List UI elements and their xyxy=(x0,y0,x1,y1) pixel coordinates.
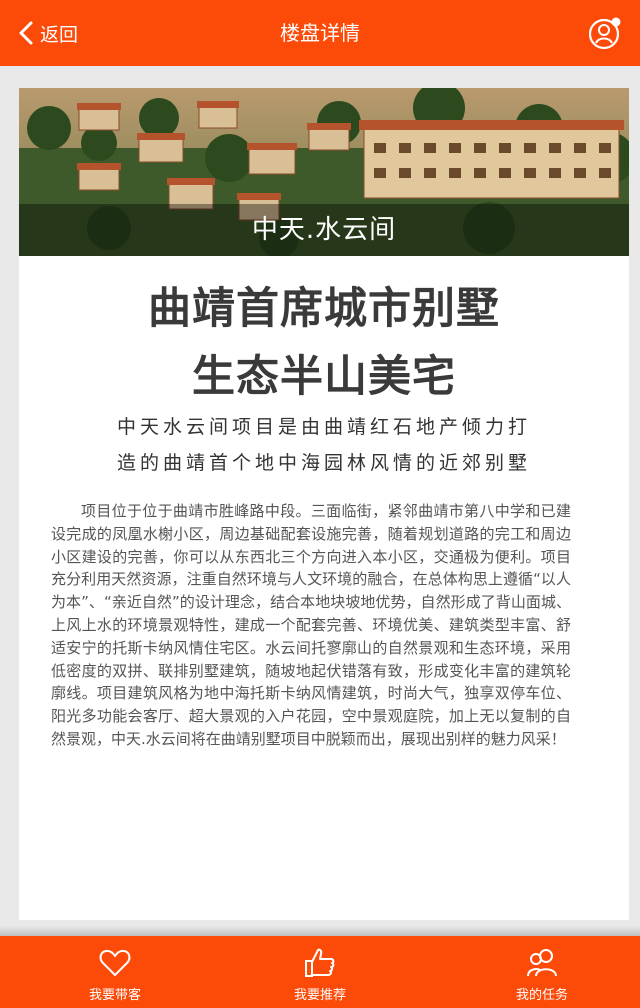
subtitle-line-1: 中天水云间项目是由曲靖红石地产倾力打 xyxy=(116,416,531,438)
tab-label: 我要推荐 xyxy=(293,988,346,1003)
page-title: 楼盘详情 xyxy=(280,21,360,45)
project-description: 项目位于位于曲靖市胜峰路中段。三面临街，紧邻曲靖市第八中学和已建设完成的凤凰水榭… xyxy=(51,502,571,748)
tab-bring-client[interactable]: 我要带客 xyxy=(55,936,175,1008)
headline-line-1: 曲靖首席城市别墅 xyxy=(148,284,500,334)
user-profile-button[interactable] xyxy=(588,16,622,50)
bottom-tab-bar: 我要带客 我要推荐 我的任务 xyxy=(0,926,640,1008)
top-nav-bar: 返回 楼盘详情 xyxy=(0,0,640,66)
thumbs-up-icon xyxy=(305,948,335,977)
tab-my-tasks[interactable]: 我的任务 xyxy=(482,936,602,1008)
property-banner-image: 中天.水云间 xyxy=(19,88,629,256)
users-icon xyxy=(527,949,557,977)
headline-line-2: 生态半山美宅 xyxy=(192,352,456,402)
heart-icon xyxy=(99,949,131,976)
banner-caption: 中天.水云间 xyxy=(19,204,629,256)
property-detail-card: 中天.水云间 曲靖首席城市别墅 生态半山美宅 中天水云间项目是由曲靖红石地产倾力… xyxy=(19,88,629,920)
tab-label: 我要带客 xyxy=(88,988,141,1003)
subtitle-line-2: 造的曲靖首个地中海园林风情的近郊别墅 xyxy=(116,452,531,474)
tab-label: 我的任务 xyxy=(515,988,568,1003)
user-icon xyxy=(588,17,621,50)
tab-recommend[interactable]: 我要推荐 xyxy=(260,936,380,1008)
